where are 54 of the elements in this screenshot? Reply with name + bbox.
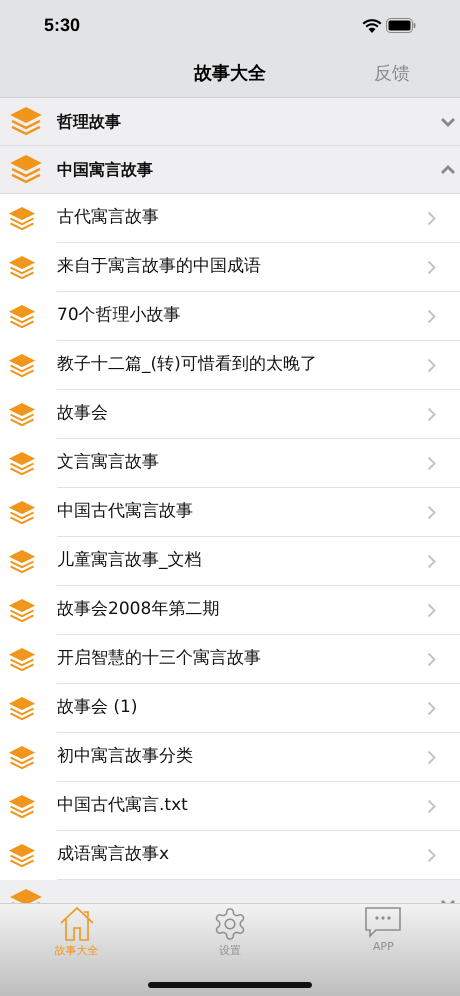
page-title: 故事大全 [194,62,266,86]
chevron-right-icon [427,700,436,716]
row-title: 中国古代寓言.txt [57,794,189,818]
chat-bubble-icon [364,906,402,938]
layers-icon [8,206,36,230]
layers-icon [8,696,36,720]
chevron-right-icon [427,358,436,372]
row-title: 中国古代寓言故事 [57,500,194,524]
row-title: 文言寓言故事 [57,451,160,474]
chevron-right-icon [427,652,436,666]
row-title: 故事会2008年第二期 [57,598,220,622]
battery-icon [386,18,416,32]
section-header[interactable]: 中国寓言故事 [0,146,460,194]
layers-icon [8,452,36,476]
section-title: 哲理故事 [57,112,121,130]
row-title: 来自于寓言故事的中国成语 [57,255,262,278]
row-title: 初中寓言故事分类 [57,745,194,768]
layers-icon [9,155,43,184]
layers-icon [8,304,36,328]
row-title: 古代寓言故事 [57,206,160,230]
chevron-right-icon [427,798,436,814]
layers-icon [8,648,36,672]
chevron-right-icon [427,406,436,422]
wifi-icon [362,18,382,32]
layers-icon [8,598,36,622]
layers-icon [8,354,36,378]
section-title: 中国寓言故事 [57,160,153,178]
chevron-right-icon [427,308,436,324]
row-title: 70个哲理小故事 [57,304,182,328]
layers-icon [8,402,36,426]
chevron-right-icon [427,750,436,764]
section-header[interactable]: 哲理故事 [0,98,460,146]
row-title: 开启智慧的十三个寓言故事 [57,647,262,670]
layers-icon [8,746,36,770]
row-title: 成语寓言故事x [57,843,170,866]
layers-icon [8,256,36,280]
status-time: 5:30 [44,14,80,36]
chevron-right-icon [427,504,436,520]
chevron-right-icon [427,456,436,470]
row-title: 故事会 [57,402,109,426]
layers-icon [8,794,36,818]
house-icon [58,906,96,942]
row-title: 教子十二篇_(转)可惜看到的太晚了 [57,353,318,376]
layers-icon [9,107,43,136]
chevron-right-icon [427,260,436,274]
row-title: 故事会 (1) [57,696,138,720]
chevron-right-icon [427,602,436,618]
chevron-right-icon [427,210,436,226]
chevron-right-icon [427,848,436,862]
chevron-right-icon [427,554,436,568]
row-title: 儿童寓言故事_文档 [57,549,202,572]
layers-icon [8,550,36,574]
layers-icon [8,844,36,868]
layers-icon [8,500,36,524]
